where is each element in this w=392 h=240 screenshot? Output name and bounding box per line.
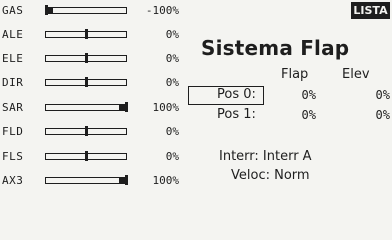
channel-bar-marker bbox=[84, 29, 88, 39]
channel-value: 0% bbox=[165, 28, 179, 41]
channel-bar-marker bbox=[84, 53, 88, 63]
speed-value: Norm bbox=[274, 168, 310, 183]
channel-bar bbox=[45, 77, 127, 87]
channel-value: 0% bbox=[165, 52, 179, 65]
channel-label: FLS bbox=[2, 150, 24, 163]
position-1-flap-value[interactable]: 0% bbox=[282, 108, 316, 122]
channel-bar bbox=[45, 126, 127, 136]
channel-label: SAR bbox=[2, 101, 24, 114]
channel-bar bbox=[45, 29, 127, 39]
position-0-flap-value[interactable]: 0% bbox=[282, 88, 316, 102]
channel-value: 100% bbox=[152, 101, 180, 114]
position-1-label[interactable]: Pos 1: bbox=[217, 107, 256, 122]
channel-label: ELE bbox=[2, 52, 24, 65]
channel-bar-marker bbox=[44, 5, 48, 15]
position-0-label[interactable]: Pos 0: bbox=[217, 87, 256, 102]
channel-value: 0% bbox=[165, 125, 179, 138]
channel-bar bbox=[45, 53, 127, 63]
channel-bar bbox=[45, 102, 128, 112]
position-1-elev-value[interactable]: 0% bbox=[352, 108, 390, 122]
list-button[interactable]: LISTA bbox=[351, 2, 390, 19]
channel-value: 0% bbox=[165, 76, 179, 89]
switch-label: Interr: bbox=[219, 149, 259, 164]
switch-value: Interr A bbox=[262, 149, 312, 164]
channel-label: ALE bbox=[2, 28, 24, 41]
channel-label: GAS bbox=[2, 4, 24, 17]
channel-label: FLD bbox=[2, 125, 24, 138]
flap-column-header: Flap bbox=[281, 67, 309, 82]
channel-bar bbox=[45, 151, 127, 161]
channel-row-dir: DIR 0% bbox=[0, 73, 185, 93]
channel-bar-marker bbox=[84, 77, 88, 87]
channel-value: 100% bbox=[152, 174, 180, 187]
channel-value: -100% bbox=[145, 4, 179, 17]
page-title: Sistema Flap bbox=[201, 36, 350, 60]
channel-label: DIR bbox=[2, 76, 24, 89]
channel-value: 0% bbox=[165, 150, 179, 163]
channel-row-ax3: AX3 100% bbox=[0, 171, 185, 191]
speed-setting[interactable]: Veloc: Norm bbox=[231, 168, 310, 183]
channel-row-ele: ELE 0% bbox=[0, 49, 185, 69]
channel-row-ale: ALE 0% bbox=[0, 25, 185, 45]
channel-bar bbox=[45, 175, 128, 185]
channel-row-gas: GAS -100% bbox=[0, 1, 185, 21]
channel-bar-marker bbox=[84, 151, 88, 161]
position-0-elev-value[interactable]: 0% bbox=[352, 88, 390, 102]
elev-column-header: Elev bbox=[342, 67, 370, 82]
channel-bar-marker bbox=[84, 126, 88, 136]
speed-label: Veloc: bbox=[231, 168, 270, 183]
channel-bar bbox=[44, 5, 127, 15]
channel-label: AX3 bbox=[2, 174, 24, 187]
channel-row-sar: SAR 100% bbox=[0, 98, 185, 118]
flap-system-screen: GAS -100% ALE 0% ELE 0% DIR 0% SAR 100% … bbox=[0, 0, 392, 200]
channel-row-fld: FLD 0% bbox=[0, 122, 185, 142]
switch-setting[interactable]: Interr: Interr A bbox=[219, 149, 312, 164]
channel-row-fls: FLS 0% bbox=[0, 147, 185, 167]
